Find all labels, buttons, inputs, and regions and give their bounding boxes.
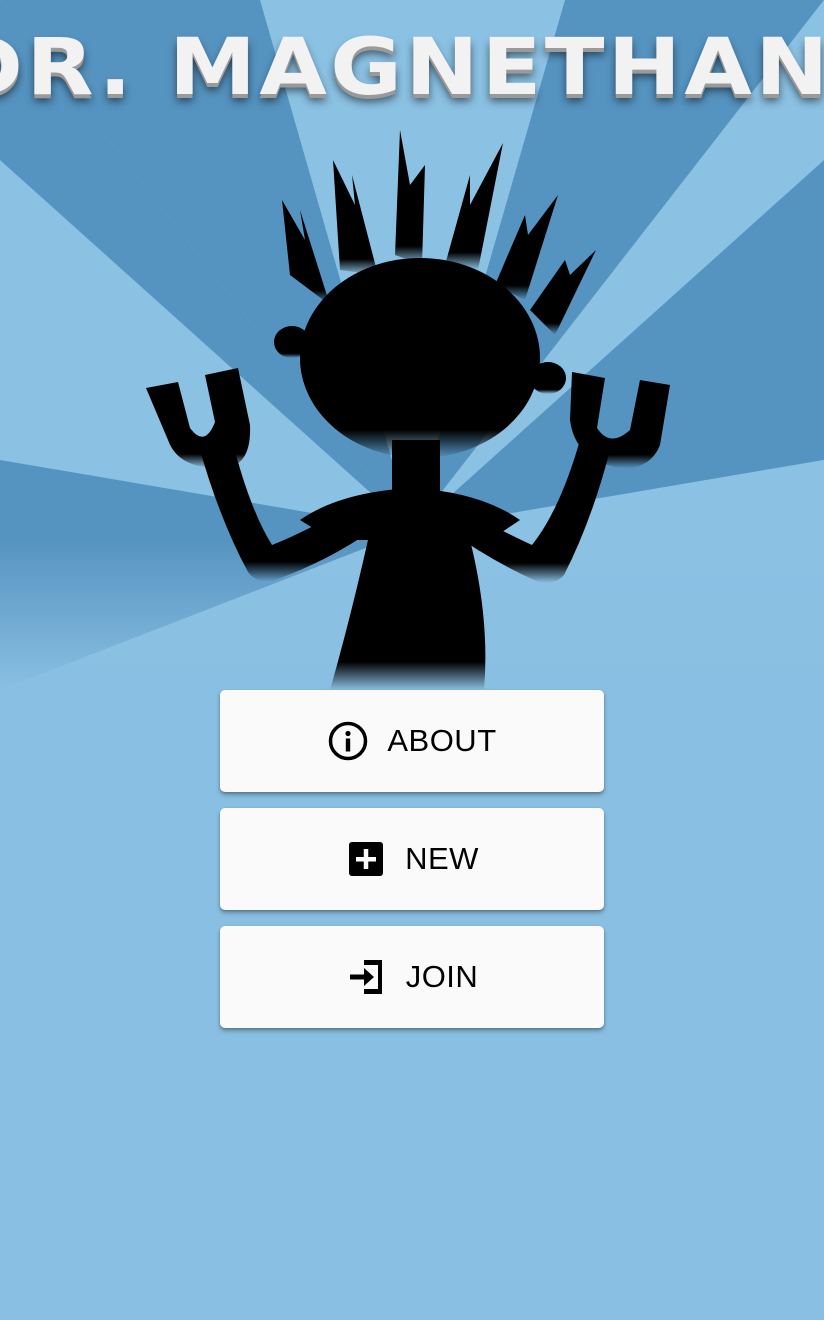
game-title: DR. MAGNETHANDS <box>0 23 824 113</box>
hero-banner: DR. MAGNETHANDS <box>0 0 824 690</box>
new-label: NEW <box>405 841 479 876</box>
join-label: JOIN <box>405 959 479 994</box>
plus-square-icon <box>345 838 387 880</box>
about-label: ABOUT <box>387 723 497 758</box>
info-circle-icon <box>327 720 369 762</box>
join-button[interactable]: JOIN <box>220 926 604 1028</box>
new-button[interactable]: NEW <box>220 808 604 910</box>
main-menu: ABOUT NEW JOIN <box>220 690 604 1044</box>
login-enter-icon <box>346 956 388 998</box>
about-button[interactable]: ABOUT <box>220 690 604 792</box>
